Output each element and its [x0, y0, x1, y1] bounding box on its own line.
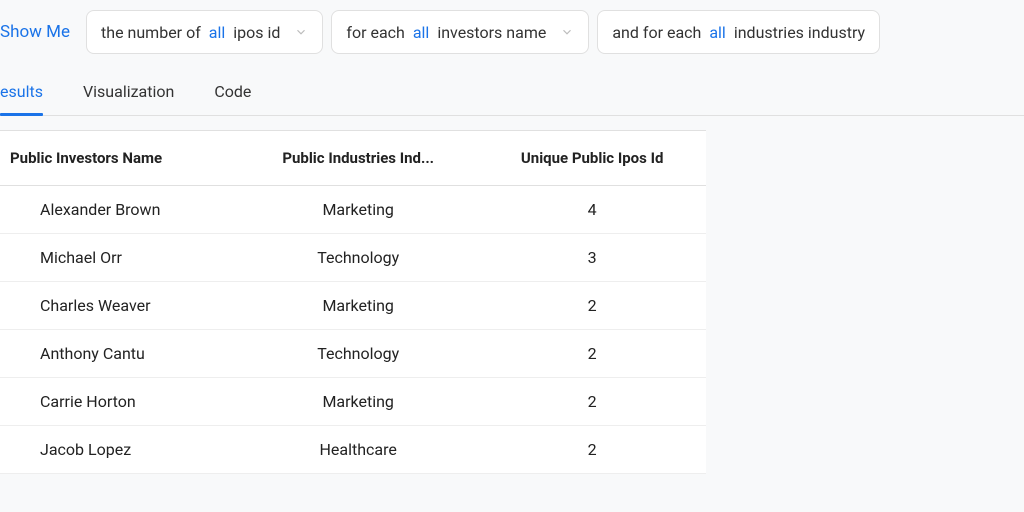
tab-esults[interactable]: esults — [0, 82, 43, 115]
pill-field: ipos id — [233, 23, 280, 42]
table-row: Charles WeaverMarketing2 — [0, 282, 706, 330]
query-builder-bar: Show Me the number of all ipos id for each a… — [0, 0, 1024, 64]
column-header-0[interactable]: Public Investors Name — [0, 131, 238, 186]
pill-all-keyword[interactable]: all — [413, 23, 429, 42]
table-cell: Carrie Horton — [0, 378, 238, 426]
tab-code[interactable]: Code — [214, 82, 251, 115]
table-cell: 2 — [478, 330, 706, 378]
pill-all-keyword[interactable]: all — [709, 23, 725, 42]
chevron-down-icon[interactable] — [560, 25, 574, 39]
table-row: Jacob LopezHealthcare2 — [0, 426, 706, 474]
table-cell: 2 — [478, 282, 706, 330]
show-me-label: Show Me — [0, 22, 78, 42]
results-table: Public Investors NamePublic Industries I… — [0, 131, 706, 474]
table-row: Anthony CantuTechnology2 — [0, 330, 706, 378]
table-cell: Technology — [238, 234, 478, 282]
table-cell: 4 — [478, 186, 706, 234]
query-pill-0[interactable]: the number of all ipos id — [86, 10, 323, 54]
query-pill-1[interactable]: for each all investors name — [331, 10, 589, 54]
pill-all-keyword[interactable]: all — [209, 23, 225, 42]
chevron-down-icon[interactable] — [294, 25, 308, 39]
pill-prefix: for each — [346, 23, 404, 42]
column-header-1[interactable]: Public Industries Ind... — [238, 131, 478, 186]
table-cell: Alexander Brown — [0, 186, 238, 234]
table-cell: 2 — [478, 426, 706, 474]
pill-field: industries industry — [734, 23, 865, 42]
pill-field: investors name — [437, 23, 546, 42]
tabs-bar: esults Visualization Code — [0, 70, 1024, 116]
table-cell: 2 — [478, 378, 706, 426]
table-row: Michael OrrTechnology3 — [0, 234, 706, 282]
table-cell: 3 — [478, 234, 706, 282]
table-cell: Anthony Cantu — [0, 330, 238, 378]
tab-visualization[interactable]: Visualization — [83, 82, 174, 115]
table-cell: Healthcare — [238, 426, 478, 474]
table-cell: Charles Weaver — [0, 282, 238, 330]
results-table-wrap: Public Investors NamePublic Industries I… — [0, 130, 706, 474]
table-cell: Technology — [238, 330, 478, 378]
table-cell: Marketing — [238, 282, 478, 330]
pill-prefix: the number of — [101, 23, 201, 42]
table-row: Carrie HortonMarketing2 — [0, 378, 706, 426]
table-cell: Michael Orr — [0, 234, 238, 282]
table-cell: Marketing — [238, 186, 478, 234]
column-header-2[interactable]: Unique Public Ipos Id — [478, 131, 706, 186]
table-cell: Jacob Lopez — [0, 426, 238, 474]
table-cell: Marketing — [238, 378, 478, 426]
query-pill-2[interactable]: and for each all industries industry — [597, 10, 880, 54]
table-row: Alexander BrownMarketing4 — [0, 186, 706, 234]
pill-prefix: and for each — [612, 23, 701, 42]
